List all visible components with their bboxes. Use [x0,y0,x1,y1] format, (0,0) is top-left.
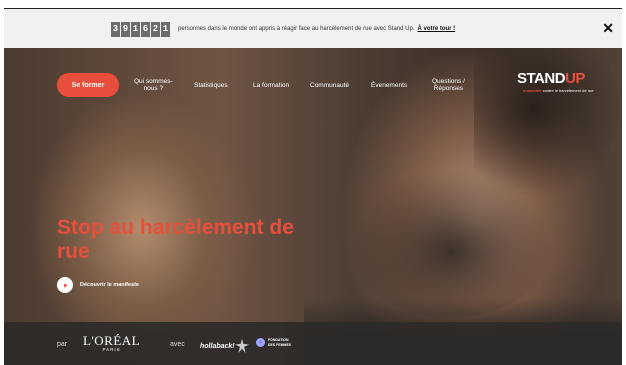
hero-headline: Stop au harcèlement de rue [57,216,294,263]
fondation-icon: ♀ [256,338,265,347]
nav-item-evenements[interactable]: Évenements [371,82,407,89]
hollaback-logo-text: hollaback! [200,342,235,350]
loreal-logo[interactable]: L'ORÉAL PARIS [83,333,141,353]
se-former-button[interactable]: Se former [57,73,119,97]
counter-digit: 3 [111,21,120,37]
hero-photo-detail [349,168,554,318]
nav-item-statistiques[interactable]: Statistiques [194,82,228,89]
banner-text: personnes dans le monde ont appris à réa… [178,26,415,32]
learners-counter: 3 9 1 6 2 1 [111,21,170,37]
page: 3 9 1 6 2 1 personnes dans le monde ont … [0,0,626,365]
logo-subtitle-accent: ensemble [523,88,542,93]
logo-subtitle-rest: contre le harcèlement de rue [542,88,594,93]
logo-title: STANDUP [517,70,597,87]
top-banner: 3 9 1 6 2 1 personnes dans le monde ont … [4,8,622,49]
nav-item-questions-reponses[interactable]: Questions / Réponses [432,78,465,92]
counter-digit: 1 [161,21,170,37]
starburst-icon [234,339,249,353]
hero-section: Se former Qui sommes- nous ? Statistique… [4,48,622,365]
banner-cta-link[interactable]: À votre tour ! [417,26,455,32]
close-icon[interactable]: ✕ [602,20,614,37]
logo-title-accent: UP [565,70,585,87]
play-icon [57,277,73,293]
fondation-line-1: FONDATION [268,338,289,342]
hollaback-logo[interactable]: hollaback! [200,339,249,353]
manifesto-button[interactable]: Découvrir le manifeste [57,277,139,293]
loreal-logo-main: L'ORÉAL [83,333,141,348]
fondation-line-2: DES FEMMES [268,342,292,347]
nav-item-label: Questions / Réponses [432,78,465,92]
nav-item-la-formation[interactable]: La formation [253,82,289,89]
nav-item-qui-sommes-nous[interactable]: Qui sommes- nous ? [134,78,173,92]
manifesto-label: Découvrir le manifeste [80,282,139,288]
avec-label: avec [170,341,185,348]
counter-digit: 1 [131,21,140,37]
logo-subtitle: ensemble contre le harcèlement de rue [517,88,597,93]
counter-digit: 6 [141,21,150,37]
par-label: par [57,341,68,348]
partners-footer: par L'ORÉAL PARIS avec hollaback! ♀ FOND… [4,322,622,365]
fondation-des-femmes-logo[interactable]: ♀ FONDATION DES FEMMES [256,338,291,347]
fondation-text: FONDATION DES FEMMES [268,338,291,347]
logo-title-main: STAND [517,70,566,87]
counter-digit: 9 [121,21,130,37]
counter-digit: 2 [151,21,160,37]
nav-item-communaute[interactable]: Communauté [310,82,349,89]
nav-item-label: Qui sommes- nous ? [134,78,173,92]
standup-logo[interactable]: STANDUP ensemble contre le harcèlement d… [517,70,597,106]
